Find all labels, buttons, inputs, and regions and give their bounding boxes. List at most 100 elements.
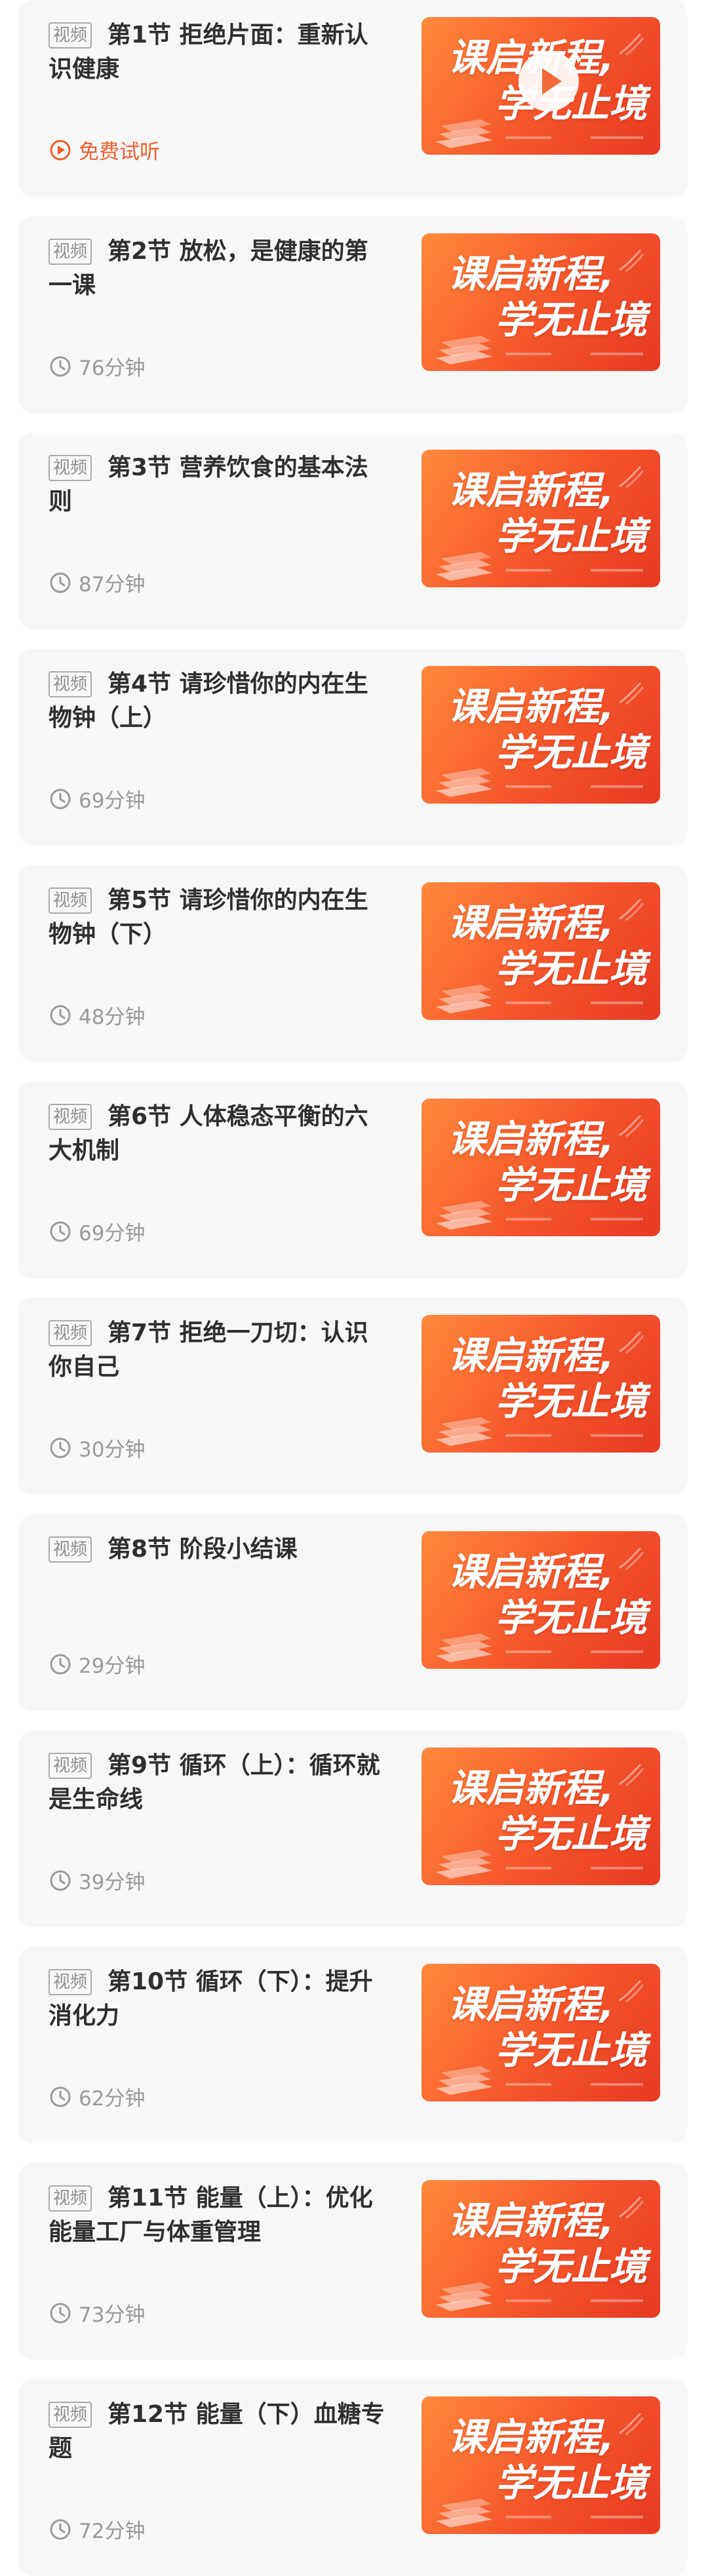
books-icon [436,768,492,797]
lesson-thumbnail[interactable]: 课启新程, 学无止境 [422,2180,660,2318]
lesson-thumbnail[interactable]: 课启新程, 学无止境 [422,233,660,371]
lesson-thumbnail[interactable]: 课启新程, 学无止境 [422,666,660,804]
lesson-card[interactable]: 视频 第4节 请珍惜你的内在生物钟（上） 69分钟 课启新程, 学无止境 [18,649,688,846]
thumbnail-subtext-decoration [505,1002,643,1004]
lesson-duration: 39分钟 [49,1865,145,1895]
thumbnail-line1: 课启新程, [448,252,615,296]
free-trial-link[interactable]: 免费试听 [49,135,160,165]
lesson-thumbnail[interactable]: 课启新程, 学无止境 [422,2396,660,2534]
leaf-decoration-icon [619,1547,644,1571]
thumbnail-line2: 学无止境 [495,514,648,558]
lesson-card[interactable]: 视频 第5节 请珍惜你的内在生物钟（下） 48分钟 课启新程, 学无止境 [18,865,688,1062]
meta-label: 87分钟 [79,573,146,596]
thumbnail-subtext-decoration [505,2299,643,2302]
lesson-duration: 73分钟 [49,2298,145,2328]
leaf-decoration-icon [619,33,644,56]
lesson-thumbnail[interactable]: 课启新程, 学无止境 [422,1747,660,1885]
meta-label: 69分钟 [79,789,146,813]
lesson-thumbnail[interactable]: 课启新程, 学无止境 [422,1099,660,1236]
meta-label: 76分钟 [79,357,146,380]
leaf-decoration-icon [619,1331,644,1354]
lesson-card[interactable]: 视频 第11节 能量（上）：优化能量工厂与体重管理 73分钟 课启新程, 学无止… [18,2163,688,2360]
lesson-title: 第3节 营养饮食的基本法则 [49,454,368,515]
books-icon [436,1201,492,1230]
thumbnail-line2: 学无止境 [495,2244,648,2289]
lesson-title: 第11节 能量（上）：优化能量工厂与体重管理 [49,2185,373,2246]
thumbnail-line1: 课启新程, [448,1550,615,1594]
books-icon [436,552,492,581]
lesson-title: 第7节 拒绝一刀切：认识你自己 [49,1319,368,1380]
leaf-decoration-icon [619,249,644,273]
lesson-title: 第2节 放松，是健康的第一课 [49,238,368,299]
lesson-duration: 69分钟 [49,784,145,813]
lesson-card[interactable]: 视频 第3节 营养饮食的基本法则 87分钟 课启新程, 学无止境 [18,433,688,629]
leaf-decoration-icon [619,465,644,489]
lesson-title: 第1节 拒绝片面：重新认识健康 [49,22,368,83]
meta-label: 39分钟 [79,1871,146,1894]
play-circle-icon [50,140,71,160]
clock-icon [50,2303,71,2323]
lesson-card[interactable]: 视频 第7节 拒绝一刀切：认识你自己 30分钟 课启新程, 学无止境 [18,1298,688,1494]
thumbnail-line1: 课启新程, [448,468,615,513]
meta-label: 30分钟 [79,1438,146,1462]
lesson-card[interactable]: 视频 第9节 循环（上）：循环就是生命线 39分钟 课启新程, 学无止境 [18,1730,688,1927]
lesson-card[interactable]: 视频 第10节 循环（下）：提升消化力 62分钟 课启新程, 学无止境 [18,1947,688,2143]
thumbnail-subtext-decoration [505,569,643,572]
lesson-thumbnail[interactable]: 课启新程, 学无止境 [422,882,660,1020]
thumbnail-subtext-decoration [505,2083,643,2086]
leaf-decoration-icon [619,682,644,705]
lesson-thumbnail[interactable]: 课启新程, 学无止境 [422,450,660,587]
thumbnail-subtext-decoration [505,1218,643,1220]
clock-icon [50,1221,71,1241]
lesson-thumbnail[interactable]: 课启新程, 学无止境 [422,1315,660,1453]
books-icon [436,985,492,1013]
clock-icon [50,789,71,809]
lesson-title: 第4节 请珍惜你的内在生物钟（上） [49,671,368,732]
lesson-duration: 87分钟 [49,568,145,597]
meta-label: 69分钟 [79,1222,146,1245]
lesson-duration: 72分钟 [49,2514,145,2544]
lesson-card[interactable]: 视频 第6节 人体稳态平衡的六大机制 69分钟 课启新程, 学无止境 [18,1082,688,1278]
thumbnail-subtext-decoration [505,353,643,355]
clock-icon [50,356,71,376]
leaf-decoration-icon [619,2412,644,2436]
lesson-thumbnail[interactable]: 课启新程, 学无止境 [422,1531,660,1669]
thumbnail-subtext-decoration [505,1650,643,1653]
lesson-duration: 48分钟 [49,1000,145,1030]
thumbnail-line1: 课启新程, [448,1982,615,2027]
thumbnail-subtext-decoration [505,136,643,139]
thumbnail-line2: 学无止境 [495,2461,648,2505]
books-icon [436,1633,492,1662]
lesson-card[interactable]: 视频 第8节 阶段小结课 29分钟 课启新程, 学无止境 [18,1514,688,1711]
books-icon [436,2499,492,2527]
lesson-thumbnail[interactable]: 课启新程, 学无止境 [422,17,660,155]
thumbnail-line2: 学无止境 [495,1379,648,1424]
leaf-decoration-icon [619,2196,644,2219]
lesson-duration: 76分钟 [49,351,145,381]
lesson-card[interactable]: 视频 第2节 放松，是健康的第一课 76分钟 课启新程, 学无止境 [18,216,688,413]
leaf-decoration-icon [619,1980,644,2003]
thumbnail-line1: 课启新程, [448,2198,615,2243]
books-icon [436,336,492,364]
lesson-title: 第5节 请珍惜你的内在生物钟（下） [49,887,368,948]
thumbnail-line2: 学无止境 [495,1595,648,1640]
thumbnail-subtext-decoration [505,785,643,788]
meta-label: 72分钟 [79,2520,146,2543]
play-button[interactable] [519,51,579,111]
leaf-decoration-icon [619,1114,644,1138]
lesson-title: 第10节 循环（下）：提升消化力 [49,1968,373,2029]
lesson-title: 第6节 人体稳态平衡的六大机制 [49,1103,368,1164]
clock-icon [50,1870,71,1890]
lesson-card[interactable]: 视频 第1节 拒绝片面：重新认识健康 免费试听 课启新程, 学无止境 [18,0,688,197]
lesson-card[interactable]: 视频 第12节 能量（下）血糖专题 72分钟 课启新程, 学无止境 [18,2379,688,2576]
lesson-duration: 62分钟 [49,2082,145,2111]
meta-label: 73分钟 [79,2303,146,2327]
thumbnail-line2: 学无止境 [495,298,648,342]
thumbnail-subtext-decoration [505,2516,643,2518]
thumbnail-line2: 学无止境 [495,730,648,775]
thumbnail-subtext-decoration [505,1434,643,1437]
thumbnail-line1: 课启新程, [448,901,615,945]
thumbnail-line2: 学无止境 [495,1812,648,1856]
lesson-thumbnail[interactable]: 课启新程, 学无止境 [422,1964,660,2101]
thumbnail-line1: 课启新程, [448,2415,615,2459]
